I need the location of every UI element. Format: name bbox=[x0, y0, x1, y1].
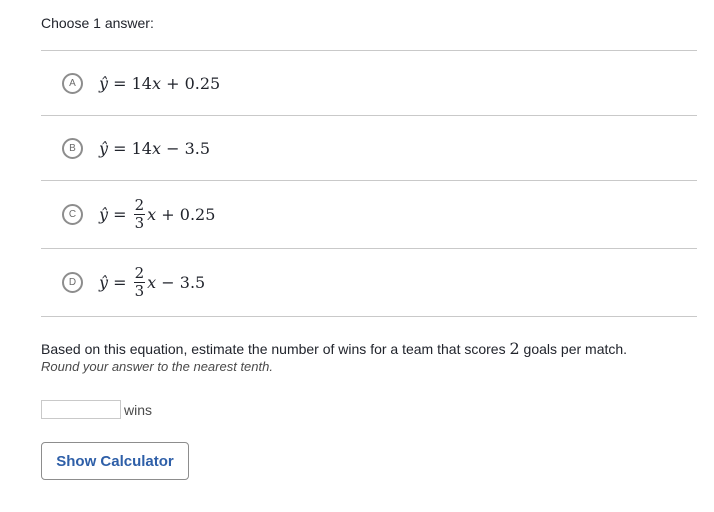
choice-letter-d: D bbox=[62, 272, 83, 293]
y-hat: ŷ bbox=[99, 138, 109, 158]
choice-letter-a: A bbox=[62, 72, 83, 94]
choice-d-equation: ŷ = 23x − 3.5 bbox=[99, 266, 205, 299]
answer-row: wins bbox=[41, 400, 152, 419]
choice-b[interactable]: B ŷ = 14 x − 3.5 bbox=[41, 115, 697, 180]
choice-a-equation: ŷ = 14 x + 0.25 bbox=[99, 74, 220, 93]
choice-c-equation: ŷ = 23x + 0.25 bbox=[99, 198, 215, 231]
y-hat: ŷ bbox=[99, 273, 109, 292]
goals-value: 2 bbox=[509, 339, 520, 358]
show-calculator-button[interactable]: Show Calculator bbox=[41, 442, 189, 480]
equals: = bbox=[108, 273, 132, 292]
denominator: 3 bbox=[134, 282, 145, 300]
answer-choices: A ŷ = 14 x + 0.25 B ŷ = 14 x − 3.5 C ŷ = 2… bbox=[41, 50, 697, 317]
choice-letter-b: B bbox=[62, 137, 83, 159]
operator: + bbox=[156, 205, 180, 224]
variable: x bbox=[147, 273, 157, 292]
y-hat: ŷ bbox=[99, 73, 109, 93]
question-before: Based on this equation, estimate the num… bbox=[41, 341, 510, 357]
choice-letter-c: C bbox=[62, 204, 83, 225]
equals: = bbox=[108, 205, 132, 224]
answer-unit: wins bbox=[124, 401, 153, 418]
constant: 0.25 bbox=[184, 73, 221, 93]
variable: x bbox=[151, 138, 162, 158]
choice-a[interactable]: A ŷ = 14 x + 0.25 bbox=[41, 50, 697, 115]
constant: 3.5 bbox=[179, 273, 206, 292]
operator: − bbox=[161, 138, 185, 158]
choice-d[interactable]: D ŷ = 23x − 3.5 bbox=[41, 248, 697, 317]
constant: 3.5 bbox=[184, 138, 211, 158]
choose-answer-prompt: Choose 1 answer: bbox=[41, 15, 154, 31]
numerator: 2 bbox=[133, 264, 146, 283]
equals: = bbox=[108, 138, 132, 158]
fraction: 23 bbox=[133, 264, 146, 300]
choice-b-equation: ŷ = 14 x − 3.5 bbox=[99, 139, 210, 158]
variable: x bbox=[151, 73, 162, 93]
numerator: 2 bbox=[133, 196, 146, 215]
variable: x bbox=[147, 205, 157, 224]
operator: − bbox=[156, 273, 180, 292]
choice-c[interactable]: C ŷ = 23x + 0.25 bbox=[41, 180, 697, 248]
denominator: 3 bbox=[134, 214, 145, 232]
question-text: Based on this equation, estimate the num… bbox=[41, 339, 627, 358]
y-hat: ŷ bbox=[99, 205, 109, 224]
fraction: 23 bbox=[133, 196, 146, 232]
equals: = bbox=[108, 73, 132, 93]
constant: 0.25 bbox=[179, 205, 216, 224]
coefficient: 14 bbox=[131, 138, 152, 158]
question-after: goals per match. bbox=[519, 341, 628, 357]
coefficient: 14 bbox=[131, 73, 152, 93]
operator: + bbox=[161, 73, 185, 93]
answer-input[interactable] bbox=[41, 400, 121, 419]
rounding-hint: Round your answer to the nearest tenth. bbox=[41, 359, 273, 374]
